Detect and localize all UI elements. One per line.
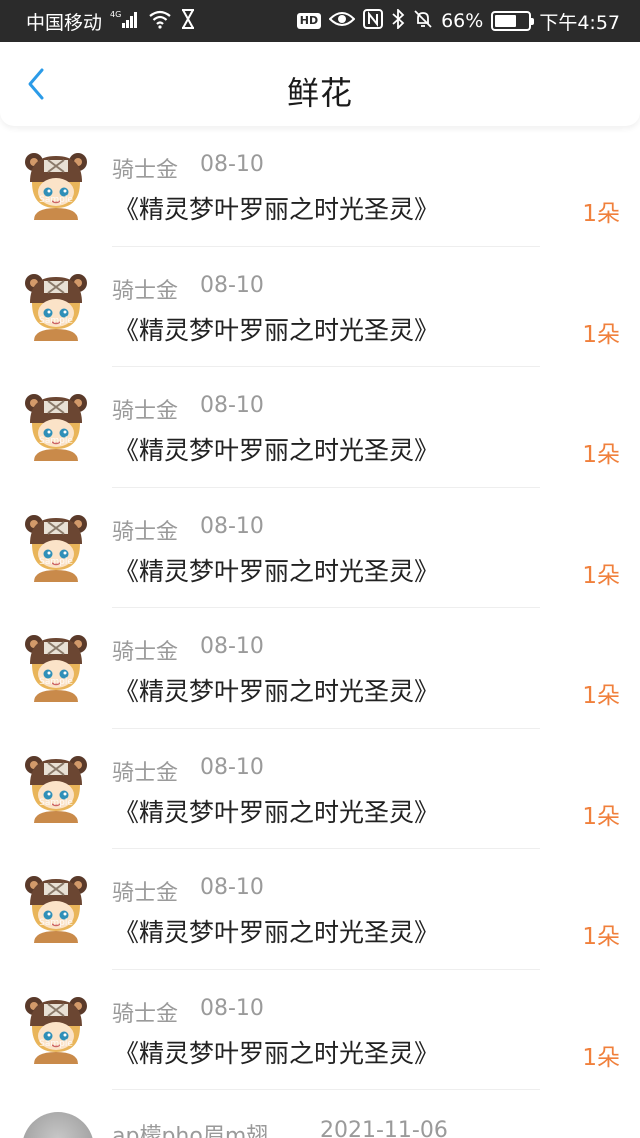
eye-icon xyxy=(328,10,356,33)
svg-text:Sample: Sample xyxy=(39,798,73,808)
avatar[interactable]: Sample xyxy=(24,875,88,943)
list-item-partial[interactable]: ap檬pho眉m翅... 2021-11-06 xyxy=(0,1090,640,1138)
flower-count: 1朵 xyxy=(582,924,620,950)
avatar[interactable]: Sample xyxy=(24,152,88,220)
user-name[interactable]: 骑士金 xyxy=(112,273,178,305)
book-title[interactable]: 《精灵梦叶罗丽之时光圣灵》 xyxy=(114,431,439,467)
svg-text:4G: 4G xyxy=(110,10,121,19)
flower-count: 1朵 xyxy=(582,1044,620,1071)
list-item[interactable]: Sample 骑士金 08-10 《精灵梦叶罗丽之时光圣灵》 1朵 xyxy=(0,367,640,488)
battery-level xyxy=(495,15,517,27)
user-name[interactable]: 骑士金 xyxy=(112,875,178,907)
list-item[interactable]: Sample 骑士金 08-10 《精灵梦叶罗丽之时光圣灵》 1朵 xyxy=(0,488,640,608)
avatar[interactable]: Sample xyxy=(24,996,88,1064)
list-item[interactable]: Sample 骑士金 08-10 《精灵梦叶罗丽之时光圣灵》 1朵 xyxy=(0,729,640,849)
flower-count: 1朵 xyxy=(582,683,620,709)
nfc-icon xyxy=(363,8,384,34)
page-title: 鲜花 xyxy=(286,74,353,112)
avatar[interactable]: Sample xyxy=(24,393,88,461)
battery-icon xyxy=(491,11,535,31)
svg-text:Sample: Sample xyxy=(39,557,73,567)
user-name[interactable]: 骑士金 xyxy=(112,514,178,546)
gift-date: 08-10 xyxy=(200,513,264,539)
status-bar: 中国移动 4G HD 66% 下午4:57 xyxy=(0,0,640,42)
carrier-label: 中国移动 xyxy=(26,11,103,34)
svg-text:Sample: Sample xyxy=(39,1039,73,1049)
svg-text:Sample: Sample xyxy=(39,677,73,687)
mute-bell-icon xyxy=(413,9,433,34)
list-item[interactable]: Sample 骑士金 08-10 《精灵梦叶罗丽之时光圣灵》 1朵 xyxy=(0,849,640,970)
list-item[interactable]: Sample 骑士金 08-10 《精灵梦叶罗丽之时光圣灵》 1朵 xyxy=(0,608,640,729)
book-title[interactable]: 《精灵梦叶罗丽之时光圣灵》 xyxy=(114,1034,439,1070)
hd-badge: HD xyxy=(296,13,322,29)
gift-date: 08-10 xyxy=(200,634,264,659)
flower-gift-list: Sample 骑士金 08-10 《精灵梦叶罗丽之时光圣灵》 1朵 Sample… xyxy=(0,126,640,1090)
flower-count: 1朵 xyxy=(582,321,620,348)
book-title[interactable]: 《精灵梦叶罗丽之时光圣灵》 xyxy=(114,552,439,588)
list-item[interactable]: Sample 骑士金 08-10 《精灵梦叶罗丽之时光圣灵》 1朵 xyxy=(0,247,640,367)
avatar[interactable]: Sample xyxy=(24,634,88,702)
svg-text:Sample: Sample xyxy=(39,316,73,326)
user-name[interactable]: ap檬pho眉m翅... xyxy=(112,1118,302,1138)
avatar[interactable]: Sample xyxy=(24,514,88,582)
hourglass-icon xyxy=(180,8,196,34)
nav-bar: 鲜花 xyxy=(0,42,640,126)
book-title[interactable]: 《精灵梦叶罗丽之时光圣灵》 xyxy=(114,190,439,226)
status-right: HD 66% 下午4:57 xyxy=(296,7,620,35)
battery-percent: 66% xyxy=(441,10,484,32)
wifi-icon xyxy=(148,9,172,34)
bluetooth-icon xyxy=(391,7,405,34)
gift-date: 08-10 xyxy=(200,393,264,418)
flower-count: 1朵 xyxy=(582,442,620,468)
user-name[interactable]: 骑士金 xyxy=(112,996,178,1028)
gift-date: 08-10 xyxy=(200,875,264,900)
book-title[interactable]: 《精灵梦叶罗丽之时光圣灵》 xyxy=(114,672,439,708)
svg-text:Sample: Sample xyxy=(39,195,73,205)
book-title[interactable]: 《精灵梦叶罗丽之时光圣灵》 xyxy=(114,311,439,347)
user-name[interactable]: 骑士金 xyxy=(112,152,178,184)
gift-date: 08-10 xyxy=(200,995,264,1021)
svg-text:Sample: Sample xyxy=(39,918,73,928)
book-title[interactable]: 《精灵梦叶罗丽之时光圣灵》 xyxy=(114,913,439,949)
svg-text:Sample: Sample xyxy=(39,436,73,446)
user-name[interactable]: 骑士金 xyxy=(112,755,178,787)
gift-date: 08-10 xyxy=(200,754,264,780)
gift-date: 08-10 xyxy=(200,152,264,177)
user-name[interactable]: 骑士金 xyxy=(112,634,178,666)
status-time: 下午4:57 xyxy=(539,11,620,34)
user-name[interactable]: 骑士金 xyxy=(112,393,178,425)
avatar[interactable]: Sample xyxy=(24,273,88,341)
gift-date: 08-10 xyxy=(200,272,264,298)
signal-icon: 4G xyxy=(110,9,140,34)
book-title[interactable]: 《精灵梦叶罗丽之时光圣灵》 xyxy=(114,793,439,829)
status-left: 中国移动 4G xyxy=(26,8,196,35)
avatar[interactable]: Sample xyxy=(24,755,88,823)
list-item[interactable]: Sample 骑士金 08-10 《精灵梦叶罗丽之时光圣灵》 1朵 xyxy=(0,970,640,1090)
flower-count: 1朵 xyxy=(582,201,620,227)
avatar[interactable] xyxy=(22,1112,94,1138)
flower-count: 1朵 xyxy=(582,803,620,830)
gift-date: 2021-11-06 xyxy=(320,1118,448,1138)
flower-count: 1朵 xyxy=(582,562,620,589)
list-item[interactable]: Sample 骑士金 08-10 《精灵梦叶罗丽之时光圣灵》 1朵 xyxy=(0,126,640,247)
